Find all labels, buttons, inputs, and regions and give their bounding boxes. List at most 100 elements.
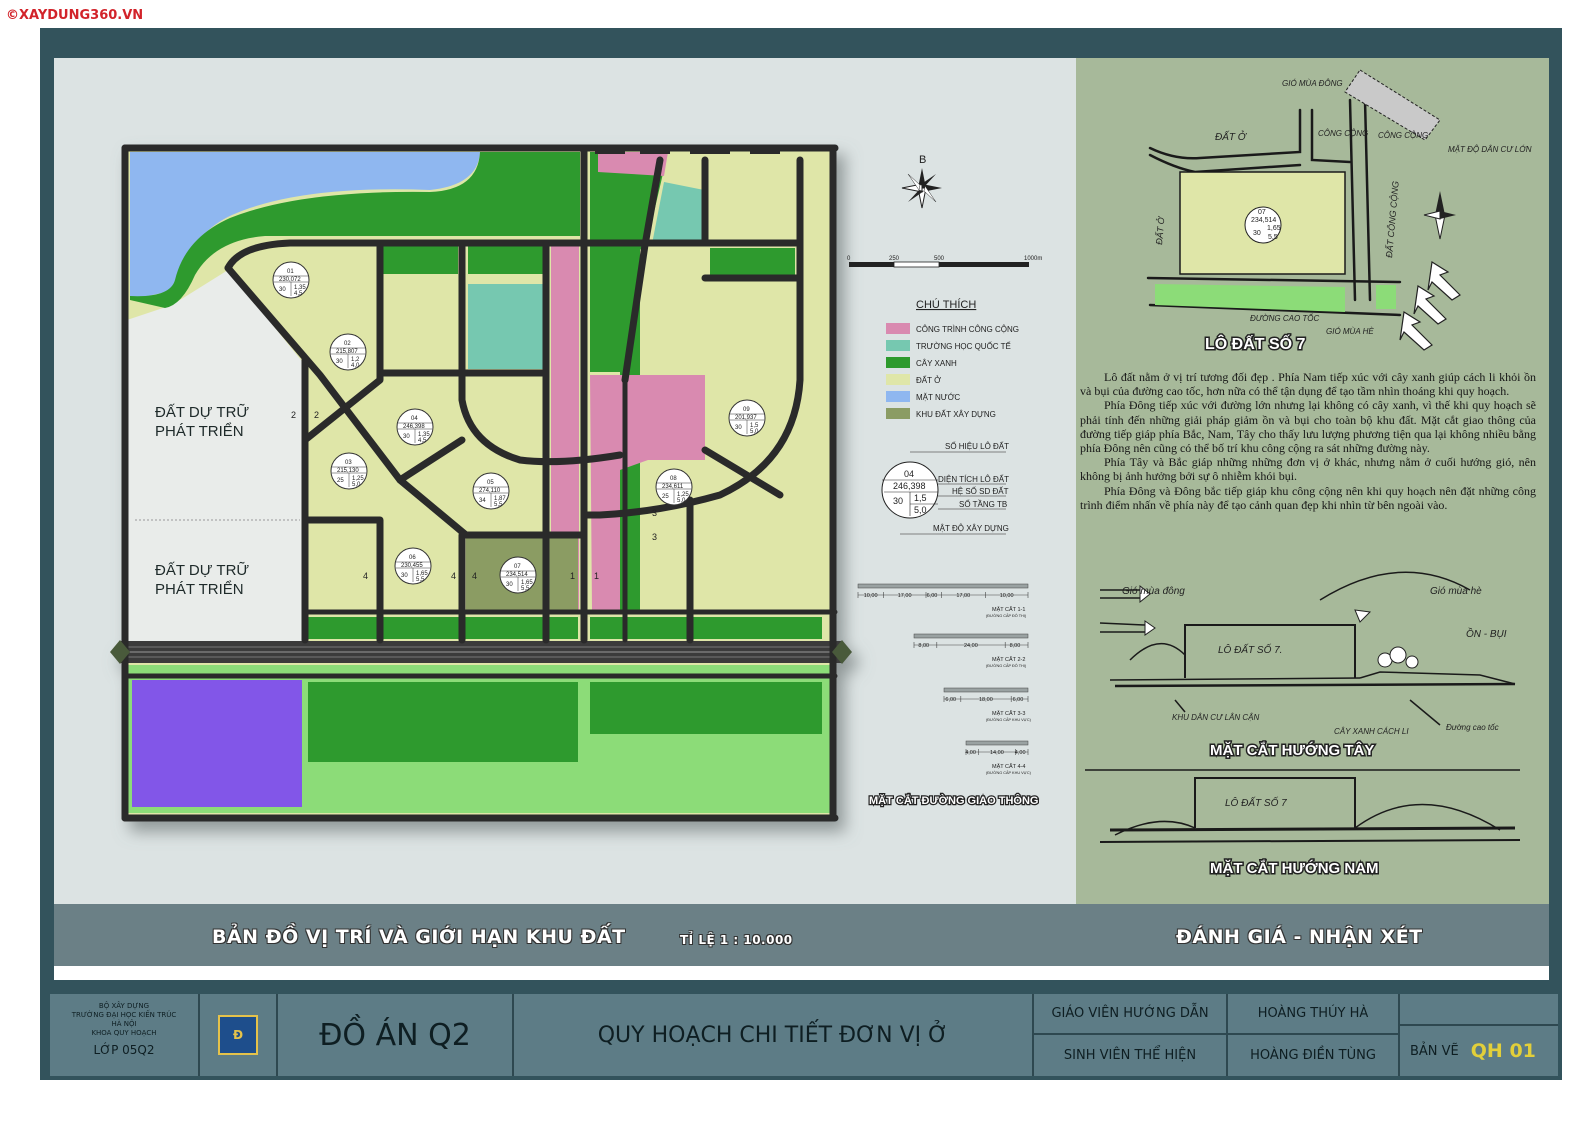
legend-item: TRƯỜNG HỌC QUỐC TẾ <box>886 340 1011 351</box>
lot-density: 25 <box>337 478 344 484</box>
svg-text:Đường cao tốc: Đường cao tốc <box>1446 723 1499 732</box>
svg-text:5,0: 5,0 <box>914 505 927 515</box>
legend-swatch <box>886 374 910 385</box>
title-block: BỘ XÂY DỰNG TRƯỜNG ĐẠI HỌC KIẾN TRÚC HÀ … <box>50 994 1558 1076</box>
svg-text:SỐ TẦNG TB: SỐ TẦNG TB <box>959 499 1007 509</box>
west-section-drawing: Gió mùa đông Gió mùa hè ỒN - BỤI LÔ ĐẤT … <box>1099 571 1516 761</box>
lot-density: 30 <box>279 287 286 293</box>
section-dim: 14,00 <box>990 750 1004 756</box>
lot-number: 09 <box>743 407 750 413</box>
lot-number: 02 <box>344 341 351 347</box>
lot-area: 230,455 <box>401 563 423 569</box>
svg-text:LÔ ĐẤT SỐ 7: LÔ ĐẤT SỐ 7 <box>1225 796 1287 809</box>
lot-number: 08 <box>670 476 677 482</box>
wind-arrows-icon <box>1399 261 1461 351</box>
site-plan-map: ĐẤT DỰ TRỮ PHÁT TRIỂN ĐẤT DỰ TRỮ PHÁT TR… <box>110 144 1042 822</box>
road-mark: 1 <box>570 571 575 581</box>
north-arrow-icon: B <box>901 154 942 209</box>
school-logo-icon: Đ <box>200 994 278 1076</box>
reserve-label-1a: ĐẤT DỰ TRỮ <box>155 404 249 421</box>
scale-bar: 0 250 500 1000m <box>847 256 1042 268</box>
lot-number: 03 <box>345 460 352 466</box>
student-name: HOÀNG ĐIỀN TÙNG <box>1228 1035 1400 1076</box>
lot-marker: 03215,13025 1,255,0 <box>330 452 368 490</box>
legend-swatch <box>886 323 910 334</box>
lot-floors: 5,5 <box>521 586 530 592</box>
svg-text:CÔNG CỘNG: CÔNG CỘNG <box>1318 129 1368 138</box>
lot-area: 246,398 <box>403 424 425 430</box>
section-dim: 8,00 <box>918 643 929 649</box>
legend-label: TRƯỜNG HỌC QUỐC TẾ <box>916 341 1011 351</box>
project-name: ĐỒ ÁN Q2 <box>278 994 514 1076</box>
lot-density: 30 <box>506 582 513 588</box>
lot-area: 215,130 <box>337 468 359 474</box>
west-section-title: MẶT CẮT HƯỚNG TÂY <box>1210 741 1374 759</box>
svg-text:ĐẤT Ở: ĐẤT Ở <box>1153 215 1167 245</box>
lot-area: 201,937 <box>735 415 757 421</box>
lot-marker: 02215,80730 1,24,0 <box>329 333 367 371</box>
note-paragraph: Lô đất nằm ở vị trí tương đối đẹp . Phía… <box>1080 370 1536 399</box>
section-dim: 17,00 <box>898 593 912 599</box>
lot-area: 230,072 <box>279 277 301 283</box>
section-name: MẶT CẮT 3-3 <box>992 709 1025 717</box>
lot-marker: 09201,93730 1,55,0 <box>728 399 766 437</box>
student-label: SINH VIÊN THỂ HIỆN <box>1034 1035 1228 1076</box>
section-type: (ĐƯỜNG CẤP ĐÔ THỊ) <box>986 663 1027 668</box>
road-mark: 2 <box>314 410 319 420</box>
svg-text:Gió mùa đông: Gió mùa đông <box>1122 586 1185 597</box>
road-mark: 1 <box>594 571 599 581</box>
sketch-green <box>1155 284 1345 312</box>
lot-number: 04 <box>411 416 418 422</box>
svg-text:1,65: 1,65 <box>1267 225 1281 232</box>
lot-floors: 4,0 <box>351 363 360 369</box>
svg-text:ĐẤT Ở: ĐẤT Ở <box>1215 130 1248 143</box>
road-mark: 4 <box>363 571 368 581</box>
lot-area: 234,514 <box>506 572 528 578</box>
svg-text:DIỆN TÍCH LÔ ĐẤT: DIỆN TÍCH LÔ ĐẤT <box>938 474 1009 484</box>
svg-text:Gió mùa hè: Gió mùa hè <box>1430 586 1482 597</box>
lot-number: 07 <box>514 564 521 570</box>
lot-floors: 4,5 <box>418 438 427 444</box>
svg-text:234,514: 234,514 <box>1251 217 1276 224</box>
legend-item: ĐẤT Ở <box>886 374 941 385</box>
section-dim: 6,00 <box>927 593 938 599</box>
sheet-number: QH 01 <box>1470 1040 1536 1062</box>
south-section-drawing: LÔ ĐẤT SỐ 7 MẶT CẮT HƯỚNG NAM <box>1085 769 1521 879</box>
lot-floors: 5,5 <box>416 577 425 583</box>
lot-density: 30 <box>401 573 408 579</box>
section-dim: 24,00 <box>964 643 978 649</box>
road-mark: 3 <box>652 532 657 542</box>
lot-floors: 5,5 <box>494 502 503 508</box>
section-dim: 18,00 <box>979 697 993 703</box>
legend-label: KHU ĐẤT XÂY DỰNG <box>916 409 996 419</box>
legend-label: CÔNG TRÌNH CÔNG CỘNG <box>916 325 1019 334</box>
svg-text:07: 07 <box>1258 209 1266 216</box>
lot-number: 06 <box>409 555 416 561</box>
svg-text:1000m: 1000m <box>1024 256 1042 262</box>
analysis-notes: Lô đất nằm ở vị trí tương đối đẹp . Phía… <box>1080 370 1536 512</box>
legend-item: CÔNG TRÌNH CÔNG CỘNG <box>886 323 1019 334</box>
svg-text:1,5: 1,5 <box>914 493 927 503</box>
svg-text:250: 250 <box>889 256 900 262</box>
svg-text:SỐ HIỆU LÔ ĐẤT: SỐ HIỆU LÔ ĐẤT <box>945 441 1009 451</box>
legend-swatch <box>886 357 910 368</box>
lot-area: 234,611 <box>662 484 684 490</box>
lot-marker: 05274,11034 1,875,5 <box>472 472 510 510</box>
lot-density: 25 <box>662 494 669 500</box>
lot-floors: 5,0 <box>677 498 686 504</box>
section-dim: 8,00 <box>1010 643 1021 649</box>
lot-floors: 5,0 <box>750 429 759 435</box>
svg-text:CÔNG CỘNG: CÔNG CỘNG <box>1378 131 1428 140</box>
reserve-label-2b: PHÁT TRIỂN <box>155 580 244 598</box>
lot-marker: 08234,61125 1,255,0 <box>655 468 693 506</box>
sketch-north-icon <box>1423 191 1456 240</box>
svg-text:ĐƯỜNG CAO TỐC: ĐƯỜNG CAO TỐC <box>1250 314 1320 323</box>
road-mark: 2 <box>291 410 296 420</box>
instructor-label: GIÁO VIÊN HƯỚNG DẪN <box>1034 994 1228 1035</box>
lot-key: SỐ HIỆU LÔ ĐẤT 04 246,398 30 1,5 5,0 DIỆ… <box>881 441 1009 535</box>
lot-marker: 01230,07230 1,354,5 <box>272 261 310 299</box>
note-paragraph: Phía Đông tiếp xúc với đường lớn nhưng l… <box>1080 398 1536 456</box>
svg-text:CÂY XANH CÁCH LI: CÂY XANH CÁCH LI <box>1334 727 1409 736</box>
svg-text:GIÓ MÙA ĐÔNG: GIÓ MÙA ĐÔNG <box>1282 79 1343 88</box>
section-dim: 4,00 <box>965 750 976 756</box>
